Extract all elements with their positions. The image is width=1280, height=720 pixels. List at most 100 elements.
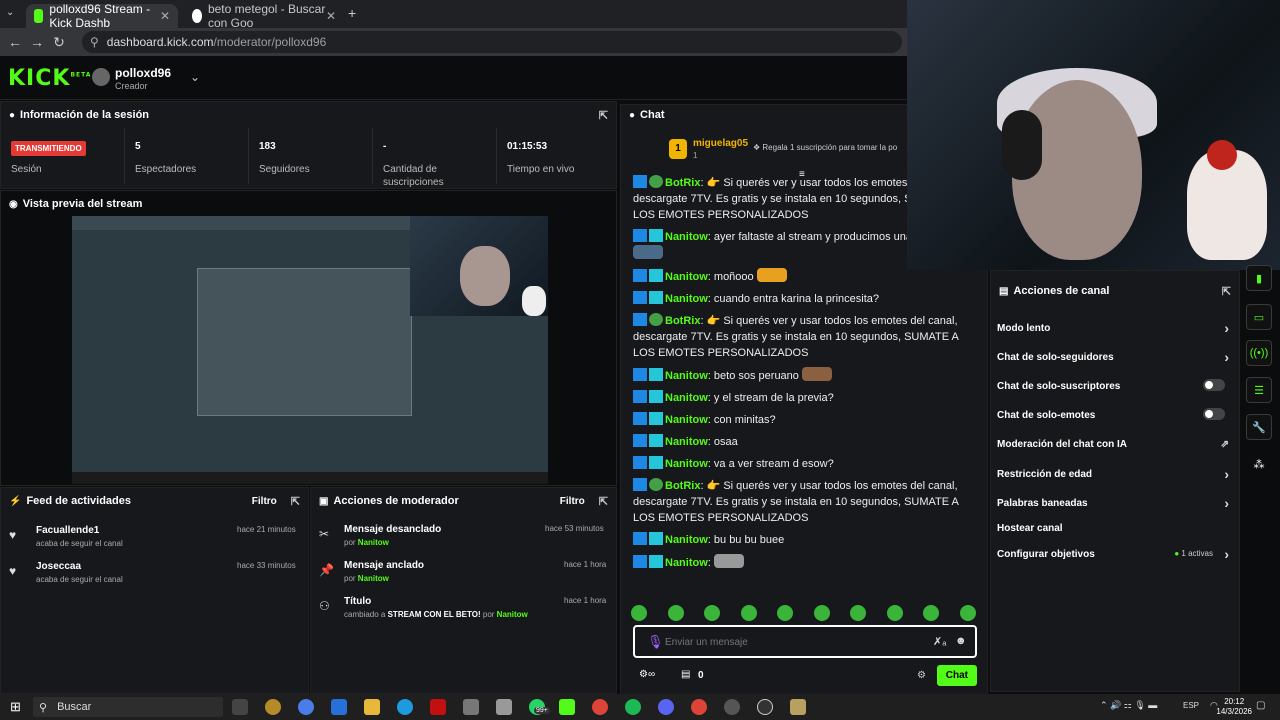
spotify-icon[interactable] — [625, 699, 641, 715]
emote-button[interactable] — [631, 605, 647, 621]
followers-only-option[interactable]: Chat de solo-seguidores › — [997, 349, 1229, 365]
activity-user[interactable]: Joseccaa — [36, 561, 81, 572]
edge-icon[interactable] — [397, 699, 413, 715]
site-info-icon[interactable]: ⚲ — [90, 35, 99, 49]
rail-layout-icon[interactable]: ☰ — [1246, 377, 1272, 403]
infinite-icon[interactable]: ⚙∞ — [639, 669, 655, 680]
rail-wrench-icon[interactable]: 🔧 — [1246, 414, 1272, 440]
emote-button[interactable] — [777, 605, 794, 621]
chat-user[interactable]: BotRix — [665, 315, 700, 327]
chat-user[interactable]: Nanitow — [665, 231, 708, 243]
stream-preview-video[interactable] — [72, 216, 548, 484]
emote-button[interactable] — [813, 605, 830, 621]
configure-goals-option[interactable]: Configurar objetivos ● 1 activas › — [997, 546, 1229, 562]
language-indicator[interactable]: ESP — [1183, 701, 1199, 710]
filter-button[interactable]: Filtro — [560, 496, 585, 507]
emotes-only-toggle[interactable] — [1203, 408, 1225, 420]
emote-button[interactable] — [959, 605, 976, 621]
fl-studio-icon[interactable] — [790, 699, 806, 715]
tab-kick-dashboard[interactable]: polloxd96 Stream - Kick Dashb ✕ — [26, 2, 178, 30]
ai-moderation-option[interactable]: Moderación del chat con IA ⇗ — [997, 439, 1229, 450]
emoji-icon[interactable]: ☻ — [955, 635, 967, 647]
gift-icon[interactable]: ▤ — [681, 669, 690, 680]
chat-message-input[interactable] — [665, 633, 905, 651]
taskbar-clock[interactable]: 20:12 14/3/2026 — [1216, 697, 1252, 717]
chat-user[interactable]: Nanitow — [665, 534, 708, 546]
subs-only-toggle[interactable] — [1203, 379, 1225, 391]
chrome-icon[interactable] — [592, 699, 608, 715]
emote-button[interactable] — [667, 605, 684, 621]
rail-chat-icon[interactable]: ▭ — [1246, 304, 1272, 330]
popout-icon[interactable]: ⇱ — [291, 495, 300, 508]
close-tab-icon[interactable]: ✕ — [160, 9, 170, 23]
obs-icon[interactable] — [724, 699, 740, 715]
kick-app-icon[interactable] — [559, 699, 575, 715]
copilot-icon[interactable] — [298, 699, 314, 715]
popout-icon[interactable]: ⇱ — [599, 495, 608, 508]
popout-icon[interactable]: ⇱ — [1222, 285, 1231, 298]
discord-icon[interactable] — [658, 699, 674, 715]
slow-mode-option[interactable]: Modo lento › — [997, 320, 1229, 336]
channel-username[interactable]: polloxd96 — [115, 66, 171, 80]
emote-button[interactable] — [923, 605, 940, 621]
chat-user[interactable]: BotRix — [665, 480, 700, 492]
chat-user[interactable]: BotRix — [665, 177, 700, 189]
tab-google-search[interactable]: beto metegol - Buscar con Goo ✕ — [184, 2, 344, 30]
chat-input-box[interactable]: 🎙 ✗ₐ ☻ — [633, 625, 977, 658]
mod-user[interactable]: Nanitow — [358, 538, 389, 547]
host-channel-option[interactable]: Hostear canal — [997, 523, 1229, 534]
chevron-down-icon[interactable]: ⌄ — [190, 70, 200, 84]
media-player-icon[interactable] — [757, 699, 773, 715]
file-explorer-icon[interactable] — [364, 699, 380, 715]
emote-button[interactable] — [740, 605, 757, 621]
chat-text: beto sos peruano — [710, 370, 799, 382]
taskbar-search[interactable]: ⚲ Buscar — [33, 697, 223, 717]
avatar[interactable] — [92, 68, 110, 86]
kick-logo[interactable]: KICKBETA — [8, 66, 91, 91]
reload-icon[interactable]: ↻ — [48, 34, 70, 51]
filter-button[interactable]: Filtro — [252, 496, 277, 507]
emote-button[interactable] — [850, 605, 867, 621]
windows-start-icon[interactable]: ⊞ — [10, 699, 21, 715]
new-tab-icon[interactable]: + — [348, 5, 356, 21]
banned-words-option[interactable]: Palabras baneadas › — [997, 495, 1229, 511]
adobe-icon[interactable] — [430, 699, 446, 715]
chat-user[interactable]: Nanitow — [665, 392, 708, 404]
notification-center-icon[interactable]: ▢ — [1256, 700, 1265, 711]
pinned-user[interactable]: miguelag05 — [693, 138, 748, 149]
activity-user[interactable]: Facuallende1 — [36, 525, 99, 536]
task-view-icon[interactable] — [232, 699, 248, 715]
stat-label: Tiempo en vivo — [507, 164, 575, 175]
translate-icon[interactable]: ✗ₐ — [933, 635, 946, 648]
rail-more-icon[interactable]: ⁂ — [1246, 451, 1272, 477]
chat-user[interactable]: Nanitow — [665, 414, 708, 426]
popout-icon[interactable]: ⇱ — [599, 109, 608, 122]
app-icon[interactable] — [265, 699, 281, 715]
chat-user[interactable]: Nanitow — [665, 557, 708, 569]
chat-user[interactable]: Nanitow — [665, 293, 708, 305]
calculator-icon[interactable] — [496, 699, 512, 715]
settings-gear-icon[interactable]: ⚙ — [917, 670, 926, 681]
store-icon[interactable] — [463, 699, 479, 715]
chat-user[interactable]: Nanitow — [665, 458, 708, 470]
emote-button[interactable] — [886, 605, 903, 621]
send-chat-button[interactable]: Chat — [936, 665, 977, 686]
chrome-profile-icon[interactable] — [691, 699, 707, 715]
microphone-icon[interactable]: 🎙 — [647, 634, 664, 650]
chat-user[interactable]: Nanitow — [665, 370, 708, 382]
chat-user[interactable]: Nanitow — [665, 436, 708, 448]
tab-list-icon[interactable]: ⌄ — [6, 7, 14, 18]
close-tab-icon[interactable]: ✕ — [326, 9, 336, 23]
back-icon[interactable]: ← — [4, 34, 26, 50]
rail-clipboard-icon[interactable]: ▮ — [1246, 265, 1272, 291]
rail-broadcast-icon[interactable]: ((•)) — [1246, 340, 1272, 366]
outlook-icon[interactable] — [331, 699, 347, 715]
age-restriction-option[interactable]: Restricción de edad › — [997, 466, 1229, 482]
mod-user[interactable]: Nanitow — [497, 610, 528, 619]
tray-icons[interactable]: ⌃ 🔊 ⚏ 🎙 ▬ — [1100, 700, 1157, 711]
mod-user[interactable]: Nanitow — [358, 574, 389, 583]
forward-icon[interactable]: → — [26, 34, 48, 50]
emote-button[interactable] — [704, 605, 721, 621]
url-input[interactable]: ⚲ dashboard.kick.com/moderator/polloxd96 — [82, 31, 902, 53]
chat-user[interactable]: Nanitow — [665, 271, 708, 283]
